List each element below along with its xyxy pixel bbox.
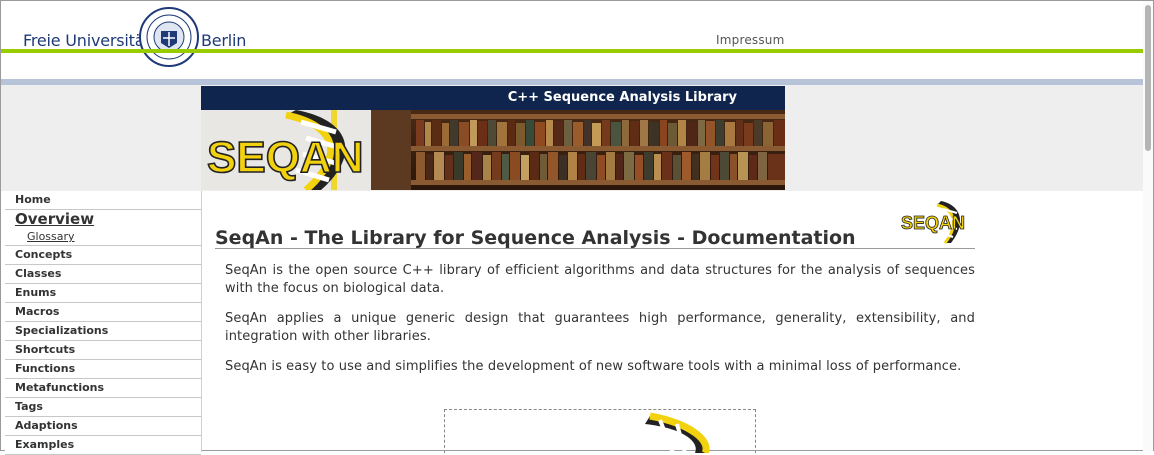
university-name-left: Freie Universität	[23, 31, 151, 50]
sidebar-item-metafunctions[interactable]: Metafunctions	[5, 379, 201, 398]
banner-title-bar: C++ Sequence Analysis Library	[201, 86, 785, 110]
sidebar-item-home[interactable]: Home	[5, 191, 201, 210]
intro-paragraph-1: SeqAn is the open source C++ library of …	[225, 263, 975, 296]
sidebar-item-enums[interactable]: Enums	[5, 284, 201, 303]
intro-paragraph-3: SeqAn is easy to use and simplifies the …	[225, 359, 962, 374]
sidebar-item-examples[interactable]: Examples	[5, 436, 201, 455]
intro-paragraph-2: SeqAn applies a unique generic design th…	[225, 311, 975, 344]
header-green-line	[1, 49, 1143, 53]
scrollbar-thumb[interactable]	[1145, 5, 1151, 151]
title-divider	[215, 248, 975, 249]
seqan-helix-icon	[645, 412, 710, 453]
small-logo-text: SEQAN	[901, 213, 965, 233]
sidebar-item-classes[interactable]: Classes	[5, 265, 201, 284]
impressum-link[interactable]: Impressum	[716, 33, 785, 47]
banner-title: C++ Sequence Analysis Library	[507, 90, 737, 105]
seqan-figure	[444, 409, 756, 453]
banner: C++ Sequence Analysis Library SEQAN	[201, 86, 785, 190]
banner-bookshelf-image: SEQAN	[201, 110, 785, 190]
sidebar-nav: Home Overview Glossary Concepts Classes …	[5, 191, 202, 455]
site-header: Freie Universität Berlin Impressum	[1, 1, 1143, 79]
seqan-small-logo: SEQAN	[901, 201, 965, 244]
sidebar-item-glossary[interactable]: Glossary	[5, 228, 201, 246]
page-scrollbar[interactable]	[1143, 1, 1153, 452]
sidebar-item-overview[interactable]: Overview	[5, 210, 201, 228]
sidebar-item-macros[interactable]: Macros	[5, 303, 201, 322]
sidebar-item-tags[interactable]: Tags	[5, 398, 201, 417]
page-title: SeqAn - The Library for Sequence Analysi…	[215, 227, 856, 249]
sidebar-item-shortcuts[interactable]: Shortcuts	[5, 341, 201, 360]
sidebar-item-concepts[interactable]: Concepts	[5, 246, 201, 265]
sidebar-item-adaptions[interactable]: Adaptions	[5, 417, 201, 436]
university-seal-icon	[139, 7, 199, 67]
sidebar-item-specializations[interactable]: Specializations	[5, 322, 201, 341]
banner-logo-text: SEQAN	[207, 133, 363, 182]
university-name-right: Berlin	[201, 31, 247, 50]
sidebar-item-functions[interactable]: Functions	[5, 360, 201, 379]
